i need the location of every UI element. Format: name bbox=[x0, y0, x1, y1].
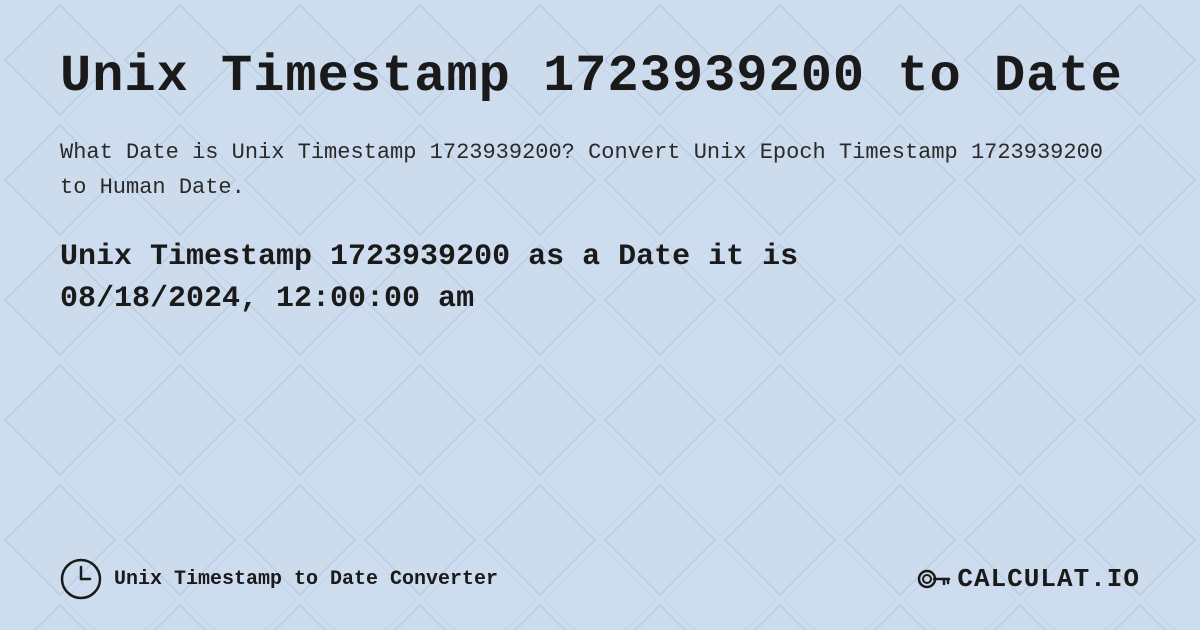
result-text: Unix Timestamp 1723939200 as a Date it i… bbox=[60, 236, 1140, 320]
footer-label: Unix Timestamp to Date Converter bbox=[114, 568, 498, 591]
footer: Unix Timestamp to Date Converter CALCULA… bbox=[60, 538, 1140, 600]
page-title: Unix Timestamp 1723939200 to Date bbox=[60, 48, 1140, 105]
logo: CALCULAT.IO bbox=[915, 561, 1140, 597]
page-description: What Date is Unix Timestamp 1723939200? … bbox=[60, 135, 1140, 205]
footer-left: Unix Timestamp to Date Converter bbox=[60, 558, 498, 600]
result-line2: 08/18/2024, 12:00:00 am bbox=[60, 282, 474, 316]
logo-text: CALCULAT.IO bbox=[957, 564, 1140, 594]
result-line1: Unix Timestamp 1723939200 as a Date it i… bbox=[60, 240, 798, 274]
logo-icon bbox=[915, 561, 951, 597]
result-section: Unix Timestamp 1723939200 as a Date it i… bbox=[60, 236, 1140, 320]
clock-icon bbox=[60, 558, 102, 600]
